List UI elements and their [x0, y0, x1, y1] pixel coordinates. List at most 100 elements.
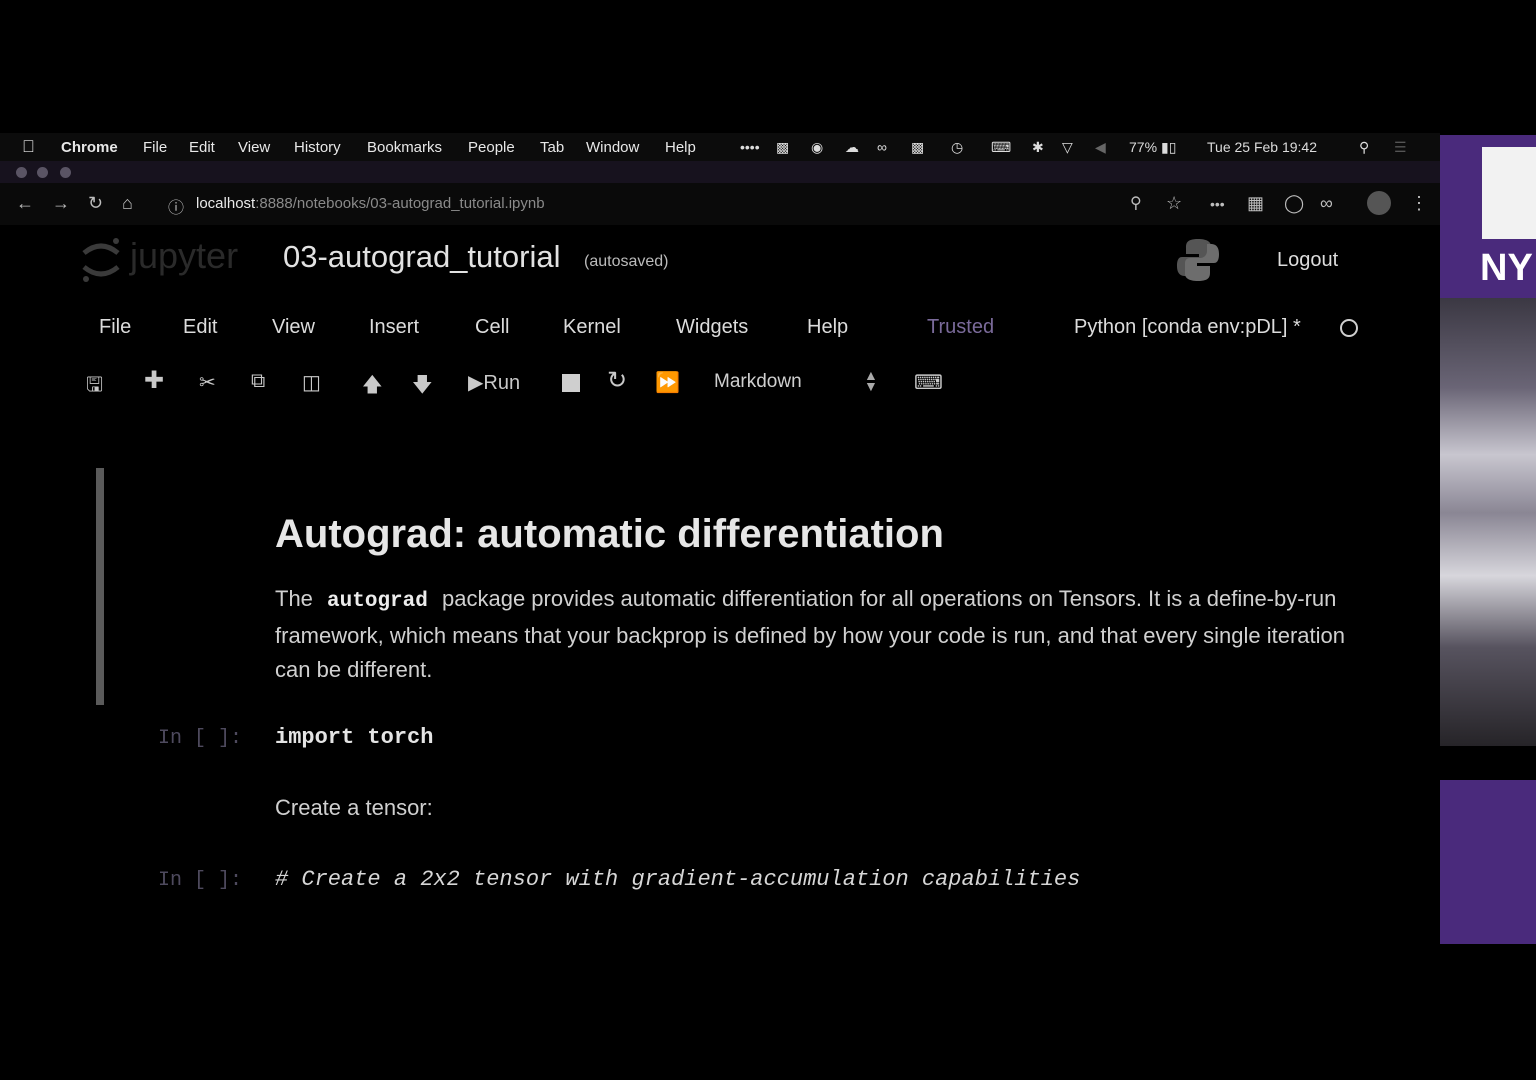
- os-menu-edit[interactable]: Edit: [189, 139, 215, 156]
- more-status-icon[interactable]: ••••: [740, 139, 760, 155]
- volume-icon[interactable]: ◀: [1095, 139, 1106, 156]
- jmenu-kernel[interactable]: Kernel: [563, 316, 621, 339]
- site-info-icon[interactable]: ⓘ: [168, 194, 184, 218]
- os-menu-file[interactable]: File: [143, 139, 167, 156]
- side-video-image: [1440, 298, 1536, 746]
- glasses-icon[interactable]: ∞: [877, 139, 887, 155]
- os-menu-history[interactable]: History: [294, 139, 341, 156]
- zoom-icon[interactable]: ⚲: [1130, 193, 1142, 213]
- jupyter-logo-icon[interactable]: [80, 235, 122, 283]
- extension-pin-icon[interactable]: ◯: [1284, 193, 1304, 214]
- minimize-window-button[interactable]: [37, 167, 48, 178]
- jmenu-widgets[interactable]: Widgets: [676, 316, 748, 339]
- kernel-name[interactable]: Python [conda env:pDL] *: [1074, 316, 1301, 339]
- save-icon[interactable]: 🖫: [86, 370, 103, 404]
- python-logo-icon: [1177, 239, 1219, 281]
- inline-code: autograd: [327, 590, 428, 613]
- apple-icon[interactable]: : [22, 137, 35, 157]
- run-icon: ▶​: [468, 372, 484, 394]
- url-path: :8888/notebooks/03-autograd_tutorial.ipy…: [255, 195, 545, 212]
- time-machine-icon[interactable]: ◷: [951, 139, 963, 156]
- side-logo-text: NY: [1480, 247, 1533, 289]
- back-icon[interactable]: ←: [16, 193, 34, 214]
- jmenu-file[interactable]: File: [99, 316, 131, 339]
- spotlight-search-icon[interactable]: ⚲: [1359, 139, 1369, 156]
- cell-prompt: In [ ]:: [158, 727, 243, 750]
- move-down-icon[interactable]: 🡇: [412, 370, 433, 404]
- battery-percent[interactable]: 77%: [1129, 139, 1157, 155]
- jmenu-edit[interactable]: Edit: [183, 316, 217, 339]
- os-menu-view[interactable]: View: [238, 139, 270, 156]
- jupyter-logo-text: jupyter: [130, 235, 239, 276]
- os-menu-bar:  Chrome File Edit View History Bookmark…: [0, 133, 1440, 161]
- run-button[interactable]: ▶​Run: [468, 370, 520, 395]
- notification-center-icon[interactable]: ☰: [1394, 139, 1407, 156]
- cell-type-select[interactable]: Markdown ▲ ▼: [706, 366, 886, 398]
- extension-more-icon[interactable]: •••: [1210, 196, 1225, 212]
- move-up-icon[interactable]: 🡅: [362, 370, 383, 404]
- logout-button[interactable]: Logout: [1277, 249, 1338, 272]
- jmenu-help[interactable]: Help: [807, 316, 848, 339]
- select-arrows-icon: ▲ ▼: [864, 367, 878, 394]
- browser-tab-strip: [0, 161, 1440, 183]
- autosave-status: (autosaved): [584, 253, 669, 270]
- markdown-heading: Autograd: automatic differentiation: [275, 512, 944, 556]
- clock[interactable]: Tue 25 Feb 19:42: [1207, 139, 1317, 155]
- battery-icon[interactable]: ▮▯: [1161, 139, 1176, 156]
- copy-icon[interactable]: ⧉: [251, 370, 265, 393]
- jmenu-insert[interactable]: Insert: [369, 316, 419, 339]
- para-text-start: The: [275, 586, 313, 611]
- teamviewer-icon[interactable]: ▩: [776, 139, 789, 156]
- code-cell-input[interactable]: import torch: [275, 725, 433, 750]
- notebook-title[interactable]: 03-autograd_tutorial: [283, 239, 560, 275]
- jmenu-cell[interactable]: Cell: [475, 316, 509, 339]
- markdown-paragraph[interactable]: The autograd package provides automatic …: [275, 582, 1355, 687]
- cloud-icon[interactable]: ☁: [845, 139, 859, 156]
- address-bar[interactable]: localhost:8888/notebooks/03-autograd_tut…: [196, 195, 545, 212]
- code-cell-input[interactable]: # Create a 2x2 tensor with gradient-accu…: [275, 867, 1080, 892]
- jupyter-header: jupyter 03-autograd_tutorial (autosaved)…: [0, 225, 1440, 295]
- markdown-text[interactable]: Create a tensor:: [275, 795, 433, 821]
- interrupt-kernel-icon[interactable]: [562, 374, 580, 392]
- display-icon[interactable]: ▩: [911, 139, 924, 156]
- creative-cloud-icon[interactable]: ◉: [811, 139, 823, 156]
- os-menu-window[interactable]: Window: [586, 139, 639, 156]
- app-name[interactable]: Chrome: [61, 139, 118, 156]
- kernel-idle-icon: [1340, 319, 1358, 337]
- bluetooth-icon[interactable]: ✱: [1032, 139, 1044, 156]
- side-logo-panel: NY: [1440, 135, 1536, 298]
- cell-type-value: Markdown: [714, 371, 802, 392]
- keyboard-shortcuts-icon[interactable]: ⌨: [914, 370, 943, 395]
- reload-icon[interactable]: ↻: [88, 193, 103, 214]
- extension-s-icon[interactable]: ▦: [1247, 193, 1264, 214]
- trusted-indicator[interactable]: Trusted: [927, 316, 994, 339]
- os-menu-people[interactable]: People: [468, 139, 515, 156]
- selected-cell-indicator: [96, 468, 104, 705]
- run-label: Run: [483, 372, 521, 394]
- restart-kernel-icon[interactable]: ↻: [607, 366, 627, 395]
- forward-icon[interactable]: →: [52, 193, 70, 214]
- para-text-rest: package provides automatic differentiati…: [275, 586, 1345, 682]
- close-window-button[interactable]: [16, 167, 27, 178]
- side-color-panel: [1440, 780, 1536, 944]
- url-host: localhost: [196, 195, 256, 212]
- zoom-window-button[interactable]: [60, 167, 71, 178]
- cut-icon[interactable]: ✂: [199, 370, 216, 395]
- profile-avatar[interactable]: [1367, 191, 1391, 215]
- browser-toolbar: ← → ↻ ⌂ ⓘ localhost:8888/notebooks/03-au…: [0, 183, 1440, 226]
- cell-prompt: In [ ]:: [158, 869, 243, 892]
- os-menu-help[interactable]: Help: [665, 139, 696, 156]
- jmenu-view[interactable]: View: [272, 316, 315, 339]
- extension-glasses-icon[interactable]: ∞: [1320, 193, 1333, 214]
- torch-logo-icon: [1482, 147, 1536, 239]
- chrome-menu-icon[interactable]: ⋮: [1410, 193, 1428, 214]
- wifi-icon[interactable]: ▽: [1062, 139, 1073, 156]
- os-menu-bookmarks[interactable]: Bookmarks: [367, 139, 442, 156]
- os-menu-tab[interactable]: Tab: [540, 139, 564, 156]
- home-icon[interactable]: ⌂: [122, 193, 133, 214]
- restart-run-all-icon[interactable]: ⏩: [655, 370, 680, 395]
- insert-cell-icon[interactable]: ✚: [144, 366, 164, 395]
- paste-icon[interactable]: ◫: [302, 370, 321, 395]
- keyboard-icon[interactable]: ⌨: [991, 139, 1011, 156]
- bookmark-star-icon[interactable]: ☆: [1166, 193, 1182, 214]
